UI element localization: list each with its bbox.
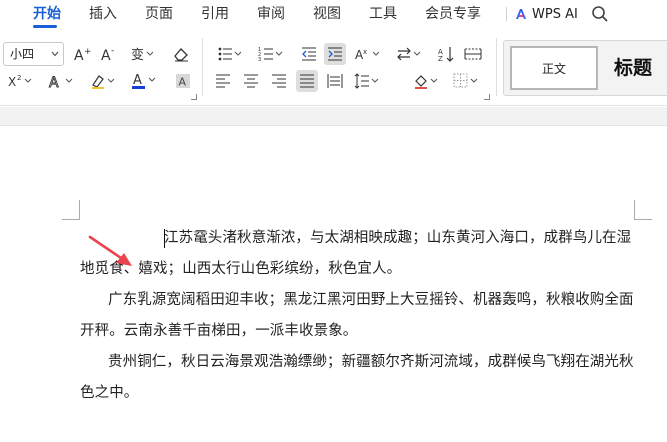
justify-button[interactable] [296, 70, 318, 92]
decrease-indent-icon [302, 47, 316, 61]
numbered-list-icon: 123 [258, 47, 283, 62]
svg-text:A: A [179, 76, 187, 89]
tab-view[interactable]: 视图 [313, 4, 341, 24]
svg-text:x: x [363, 48, 367, 56]
change-case-button[interactable]: Ax [353, 43, 383, 65]
align-right-button[interactable] [268, 70, 290, 92]
character-shading-button[interactable]: A [172, 70, 194, 92]
menu-bar: 开始 插入 页面 引用 审阅 视图 工具 会员专享 WPS AI [0, 0, 667, 28]
distributed-align-icon [327, 74, 343, 88]
svg-text:Z: Z [438, 55, 443, 62]
wps-ai-icon [516, 9, 526, 19]
text-effect-icon: A [49, 75, 73, 89]
page-gap [0, 107, 667, 126]
paragraph-dialog-launcher[interactable] [484, 94, 490, 100]
style-heading[interactable]: 标题 [614, 53, 652, 80]
search-icon[interactable] [590, 4, 610, 24]
svg-text:-: - [111, 46, 114, 56]
ribbon-toolbar: 小四 A + A- 变 X2 A A A 123 Ax A Z 正文 标题 [0, 28, 667, 106]
tab-references[interactable]: 引用 [201, 4, 229, 24]
menu-divider [506, 7, 507, 21]
increase-indent-button[interactable] [324, 43, 346, 65]
shading-button[interactable] [411, 70, 441, 92]
font-size-value: 小四 [10, 47, 35, 61]
bullet-list-icon [218, 47, 242, 61]
svg-text:X: X [8, 75, 16, 89]
svg-text:A: A [49, 75, 59, 89]
superscript-icon: X2 [8, 74, 32, 89]
decrease-indent-button[interactable] [298, 43, 320, 65]
chevron-down-icon [51, 51, 59, 57]
svg-text:+: + [84, 47, 91, 57]
svg-text:A: A [74, 48, 84, 62]
tab-page[interactable]: 页面 [145, 4, 173, 24]
margin-mark-right [634, 200, 652, 220]
svg-text:A: A [133, 73, 142, 88]
sort-icon: AZ [438, 47, 454, 62]
increase-indent-icon [328, 47, 342, 61]
paragraph[interactable]: 广东乳源宽阔稻田迎丰收；黑龙江黑河田野上大豆摇铃、机器轰鸣，秋粮收购全面开秤。云… [80, 285, 640, 347]
phonetic-guide-button[interactable]: 变 [128, 43, 158, 65]
align-left-button[interactable] [212, 70, 234, 92]
show-marks-button[interactable] [462, 43, 484, 65]
text-direction-icon [397, 47, 421, 61]
svg-text:2: 2 [17, 74, 21, 82]
tab-home[interactable]: 开始 [33, 4, 61, 24]
styles-gallery: 正文 标题 [503, 40, 667, 96]
paragraph-marks-icon [464, 48, 482, 60]
justify-icon [300, 74, 314, 88]
svg-text:变: 变 [131, 47, 144, 62]
font-color-icon: A [132, 73, 156, 89]
svg-text:3: 3 [258, 57, 261, 62]
line-spacing-icon [354, 73, 379, 89]
svg-text:A: A [101, 48, 111, 62]
paint-bucket-icon [415, 75, 438, 89]
tab-insert[interactable]: 插入 [89, 4, 117, 24]
tab-review[interactable]: 审阅 [257, 4, 285, 24]
text-effect-button[interactable]: A [46, 70, 76, 92]
highlighter-icon [92, 75, 115, 89]
bullet-list-button[interactable] [215, 43, 245, 65]
align-center-button[interactable] [240, 70, 262, 92]
text-cursor [164, 229, 165, 248]
wps-ai-label: WPS AI [532, 6, 578, 22]
character-shading-icon: A [176, 74, 190, 89]
font-dialog-launcher[interactable] [191, 94, 197, 100]
sort-button[interactable]: AZ [436, 43, 458, 65]
line-spacing-button[interactable] [352, 70, 382, 92]
ribbon-divider [496, 38, 497, 96]
borders-button[interactable] [451, 70, 481, 92]
highlight-button[interactable] [88, 70, 118, 92]
tab-member[interactable]: 会员专享 [425, 4, 481, 24]
eraser-icon [174, 48, 188, 62]
align-left-icon [216, 74, 230, 88]
style-normal[interactable]: 正文 [510, 46, 598, 90]
change-case-icon: Ax [355, 48, 380, 62]
phonetic-icon: 变 [131, 47, 154, 62]
text-direction-button[interactable] [394, 43, 424, 65]
shrink-font-button[interactable]: A- [98, 43, 120, 65]
margin-mark-left [62, 200, 80, 220]
distributed-align-button[interactable] [324, 70, 346, 92]
font-size-select[interactable]: 小四 [3, 42, 64, 66]
font-color-button[interactable]: A [129, 70, 159, 92]
clear-format-button[interactable] [170, 43, 192, 65]
grow-font-button[interactable]: A + [71, 43, 93, 65]
annotation-arrow-icon [88, 235, 132, 266]
borders-icon [453, 73, 478, 88]
superscript-button[interactable]: X2 [5, 70, 35, 92]
wps-ai-button[interactable]: WPS AI [514, 4, 578, 24]
document-page[interactable]: 江苏鼋头渚秋意渐浓，与太湖相映成趣；山东黄河入海口，成群鸟儿在湿地觅食、嬉戏；山… [0, 127, 667, 442]
ribbon-divider [202, 38, 203, 96]
paragraph[interactable]: 贵州铜仁，秋日云海景观浩瀚缥缈；新疆额尔齐斯河流域，成群候鸟飞翔在湖光秋色之中。 [80, 347, 640, 409]
align-center-icon [244, 74, 258, 88]
tab-tools[interactable]: 工具 [369, 4, 397, 24]
shrink-font-icon: A- [101, 46, 114, 62]
numbered-list-button[interactable]: 123 [256, 43, 286, 65]
grow-font-icon: A + [74, 47, 91, 62]
align-right-icon [272, 74, 286, 88]
